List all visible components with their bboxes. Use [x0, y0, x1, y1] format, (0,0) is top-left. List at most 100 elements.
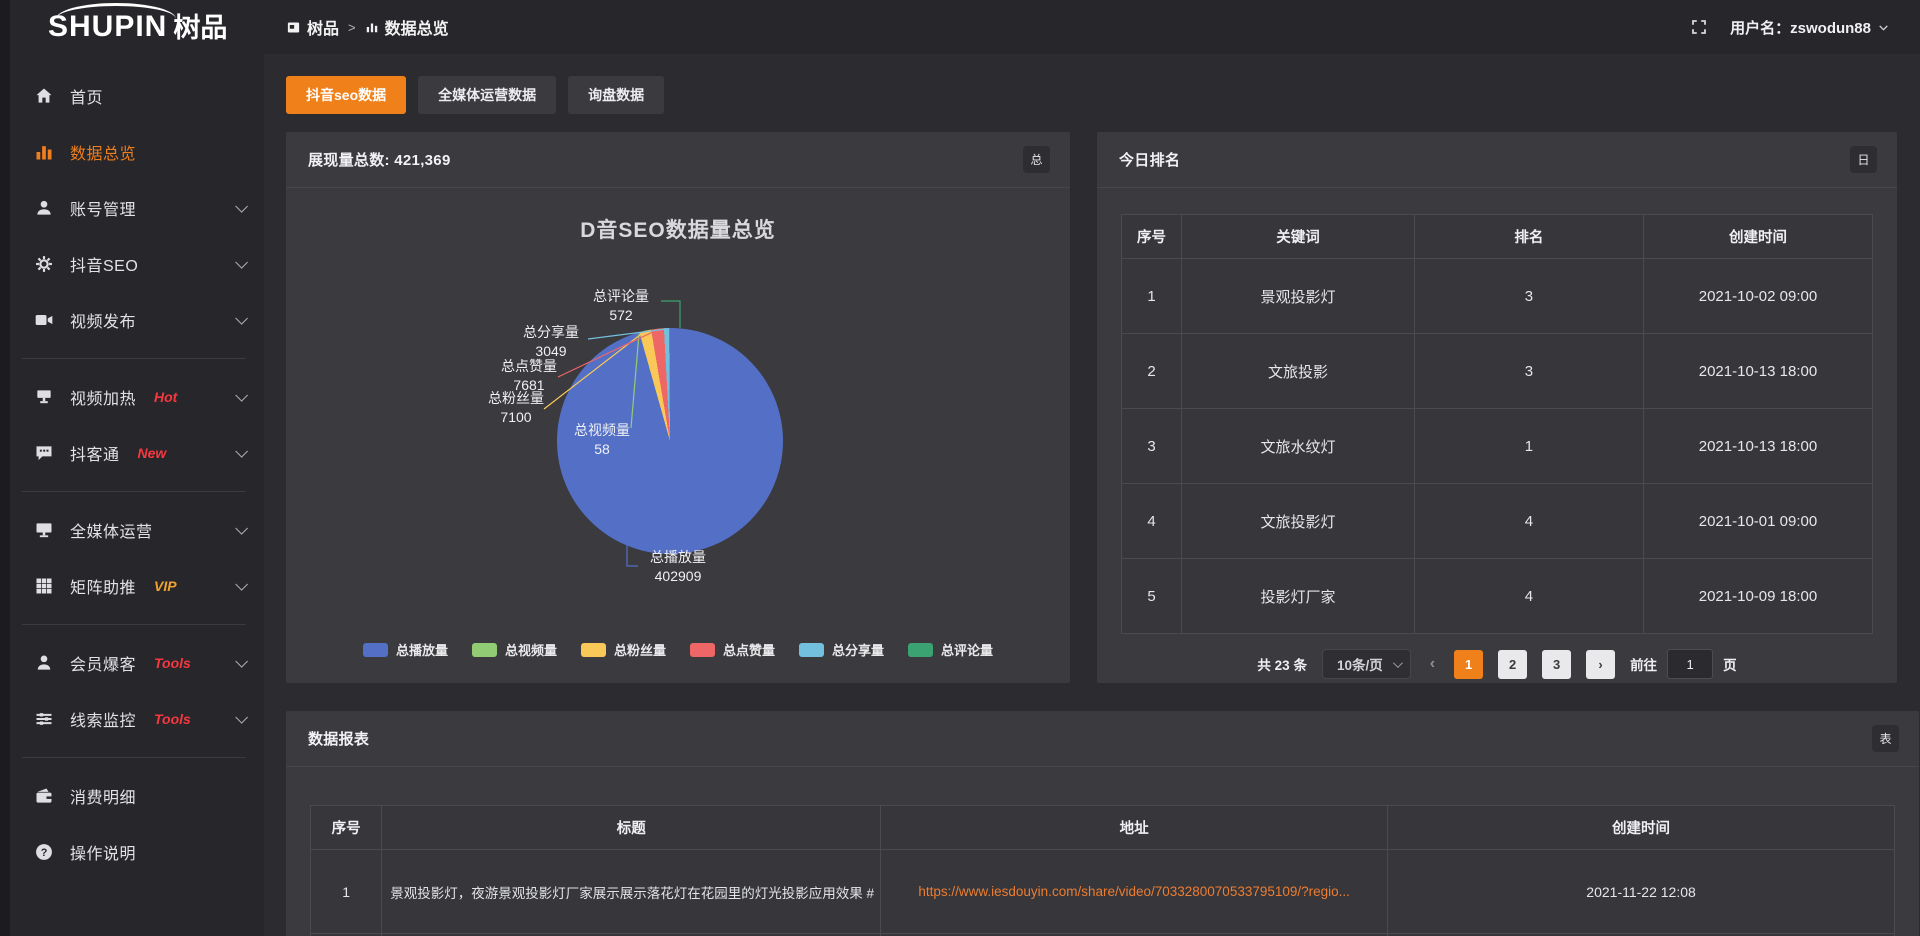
legend-item-comments[interactable]: 总评论量: [908, 640, 993, 659]
day-badge-button[interactable]: 日: [1850, 146, 1877, 173]
page-size-select[interactable]: 10条/页: [1322, 649, 1411, 679]
pie-leader-lines: [286, 188, 1070, 682]
chevron-down-icon: [235, 655, 248, 668]
user-icon: [34, 198, 54, 218]
legend-swatch: [690, 643, 715, 657]
report-row-title: 景观投影灯，夜游景观投影灯厂家展示展示落花灯在花园里的灯光投影应用效果 #: [382, 850, 881, 934]
sidebar-item-member-burst[interactable]: 会员爆客 Tools: [0, 635, 264, 691]
legend-swatch: [799, 643, 824, 657]
sidebar-item-lead-monitor[interactable]: 线索监控 Tools: [0, 691, 264, 747]
legend-swatch: [472, 643, 497, 657]
chevron-down-icon: [1393, 658, 1403, 668]
legend-swatch: [908, 643, 933, 657]
sidebar-item-help[interactable]: ? 操作说明: [0, 824, 264, 880]
chevron-down-icon: [235, 445, 248, 458]
goto-page-input[interactable]: [1667, 649, 1713, 679]
legend-swatch: [363, 643, 388, 657]
logo[interactable]: SHUPIN 树品: [0, 0, 264, 54]
sidebar: 首页 数据总览 账号管理 抖音SEO 视频发布 视频加热 Hot 抖客通 New…: [0, 54, 264, 936]
sidebar-item-matrix-boost[interactable]: 矩阵助推 VIP: [0, 558, 264, 614]
table-row[interactable]: 5投影灯厂家42021-10-09 18:00: [1122, 559, 1873, 634]
monitor-icon: [34, 520, 54, 540]
fullscreen-icon[interactable]: [1690, 18, 1708, 36]
pagination: 共 23 条 10条/页 ‹ 1 2 3 › 前往 页: [1097, 649, 1897, 679]
breadcrumb-app[interactable]: 树品: [286, 15, 339, 39]
sidebar-item-omnimedia[interactable]: 全媒体运营: [0, 502, 264, 558]
chevron-down-icon: [235, 389, 248, 402]
sidebar-divider: [22, 491, 246, 492]
sidebar-item-douyin-seo[interactable]: 抖音SEO: [0, 236, 264, 292]
sidebar-item-video-heat[interactable]: 视频加热 Hot: [0, 369, 264, 425]
table-row[interactable]: 2文旅投影32021-10-13 18:00: [1122, 334, 1873, 409]
table-badge-button[interactable]: 表: [1872, 725, 1899, 752]
legend-item-shares[interactable]: 总分享量: [799, 640, 884, 659]
table-row[interactable]: 1景观投影灯32021-10-02 09:00: [1122, 259, 1873, 334]
legend-item-plays[interactable]: 总播放量: [363, 640, 448, 659]
tab-inquiry-data[interactable]: 询盘数据: [568, 76, 664, 114]
sidebar-divider: [22, 757, 246, 758]
table-row[interactable]: 1 景观投影灯，夜游景观投影灯厂家展示展示落花灯在花园里的灯光投影应用效果 # …: [311, 850, 1895, 934]
tab-omnimedia-data[interactable]: 全媒体运营数据: [418, 76, 556, 114]
tools-badge: Tools: [154, 655, 191, 671]
data-report-panel: 数据报表 表 序号标题地址创建时间 1 景观投影灯，夜游景观投影灯厂家展示展示落…: [286, 711, 1919, 936]
report-row-link[interactable]: https://www.iesdouyin.com/share/video/70…: [881, 850, 1388, 934]
sidebar-item-doketong[interactable]: 抖客通 New: [0, 425, 264, 481]
sidebar-item-home[interactable]: 首页: [0, 68, 264, 124]
goto-suffix: 页: [1723, 654, 1737, 674]
pie-label-shares: 总分享量 3049: [496, 323, 606, 361]
sidebar-item-account[interactable]: 账号管理: [0, 180, 264, 236]
legend-item-likes[interactable]: 总点赞量: [690, 640, 775, 659]
bar-chart-icon: [34, 142, 54, 162]
page-button-3[interactable]: 3: [1542, 650, 1571, 679]
next-page-button[interactable]: ›: [1586, 650, 1615, 679]
sidebar-divider: [22, 358, 246, 359]
bar-chart-icon: [365, 20, 379, 34]
pie-label-videos: 总视频量 58: [547, 421, 657, 459]
tools-badge: Tools: [154, 711, 191, 727]
table-row[interactable]: 4文旅投影灯42021-10-01 09:00: [1122, 484, 1873, 559]
tab-douyin-seo-data[interactable]: 抖音seo数据: [286, 76, 406, 114]
user-menu[interactable]: 用户名：zswodun88: [1730, 17, 1890, 38]
video-camera-icon: [34, 310, 54, 330]
page-button-1[interactable]: 1: [1454, 650, 1483, 679]
prev-page-button[interactable]: ‹: [1426, 655, 1439, 673]
total-count: 共 23 条: [1257, 654, 1307, 674]
ranking-table: 序号关键词排名创建时间 1景观投影灯32021-10-02 09:00 2文旅投…: [1121, 214, 1873, 634]
sliders-icon: [34, 709, 54, 729]
table-row[interactable]: 3文旅水纹灯12021-10-13 18:00: [1122, 409, 1873, 484]
table-header-row: 序号标题地址创建时间: [311, 806, 1895, 850]
hot-badge: Hot: [154, 389, 177, 405]
wallet-icon: [34, 786, 54, 806]
seo-chart-panel: 展现量总数: 421,369 总 D音SEO数据量总览 总评论量 572: [286, 132, 1070, 683]
sidebar-item-video-publish[interactable]: 视频发布: [0, 292, 264, 348]
ranking-title: 今日排名: [1119, 149, 1180, 170]
chart-legend: 总播放量 总视频量 总粉丝量 总点赞量 总分享量 总评论量: [286, 640, 1070, 659]
grid-icon: [34, 576, 54, 596]
logo-text-cn: 树品: [173, 15, 227, 42]
pie-chart-area: D音SEO数据量总览 总评论量 572 总分享量 3049: [286, 188, 1070, 682]
legend-item-videos[interactable]: 总视频量: [472, 640, 557, 659]
svg-text:?: ?: [41, 847, 48, 859]
sidebar-item-data-overview[interactable]: 数据总览: [0, 124, 264, 180]
pie-label-comments: 总评论量 572: [566, 287, 676, 325]
legend-item-fans[interactable]: 总粉丝量: [581, 640, 666, 659]
sidebar-divider: [22, 624, 246, 625]
chevron-down-icon: [235, 711, 248, 724]
breadcrumb-page[interactable]: 数据总览: [365, 15, 449, 39]
gear-icon: [34, 254, 54, 274]
app-icon: [286, 20, 301, 35]
collapsed-rail: [0, 0, 10, 936]
chevron-down-icon: [235, 578, 248, 591]
sidebar-item-spend-detail[interactable]: 消费明细: [0, 768, 264, 824]
pie-label-plays: 总播放量 402909: [638, 548, 718, 586]
top-bar: SHUPIN 树品 树品 > 数据总览 用户名：zswodun88: [0, 0, 1920, 54]
data-tabs: 抖音seo数据 全媒体运营数据 询盘数据: [286, 76, 1897, 114]
today-ranking-panel: 今日排名 日 序号关键词排名创建时间 1景观投影灯32021-10-02 09:…: [1097, 132, 1897, 683]
total-badge-button[interactable]: 总: [1023, 146, 1050, 173]
vip-badge: VIP: [154, 578, 177, 594]
username: 用户名：zswodun88: [1730, 17, 1871, 38]
breadcrumb: 树品 > 数据总览: [286, 15, 449, 39]
breadcrumb-separator: >: [348, 20, 356, 35]
chevron-down-icon: [235, 200, 248, 213]
page-button-2[interactable]: 2: [1498, 650, 1527, 679]
